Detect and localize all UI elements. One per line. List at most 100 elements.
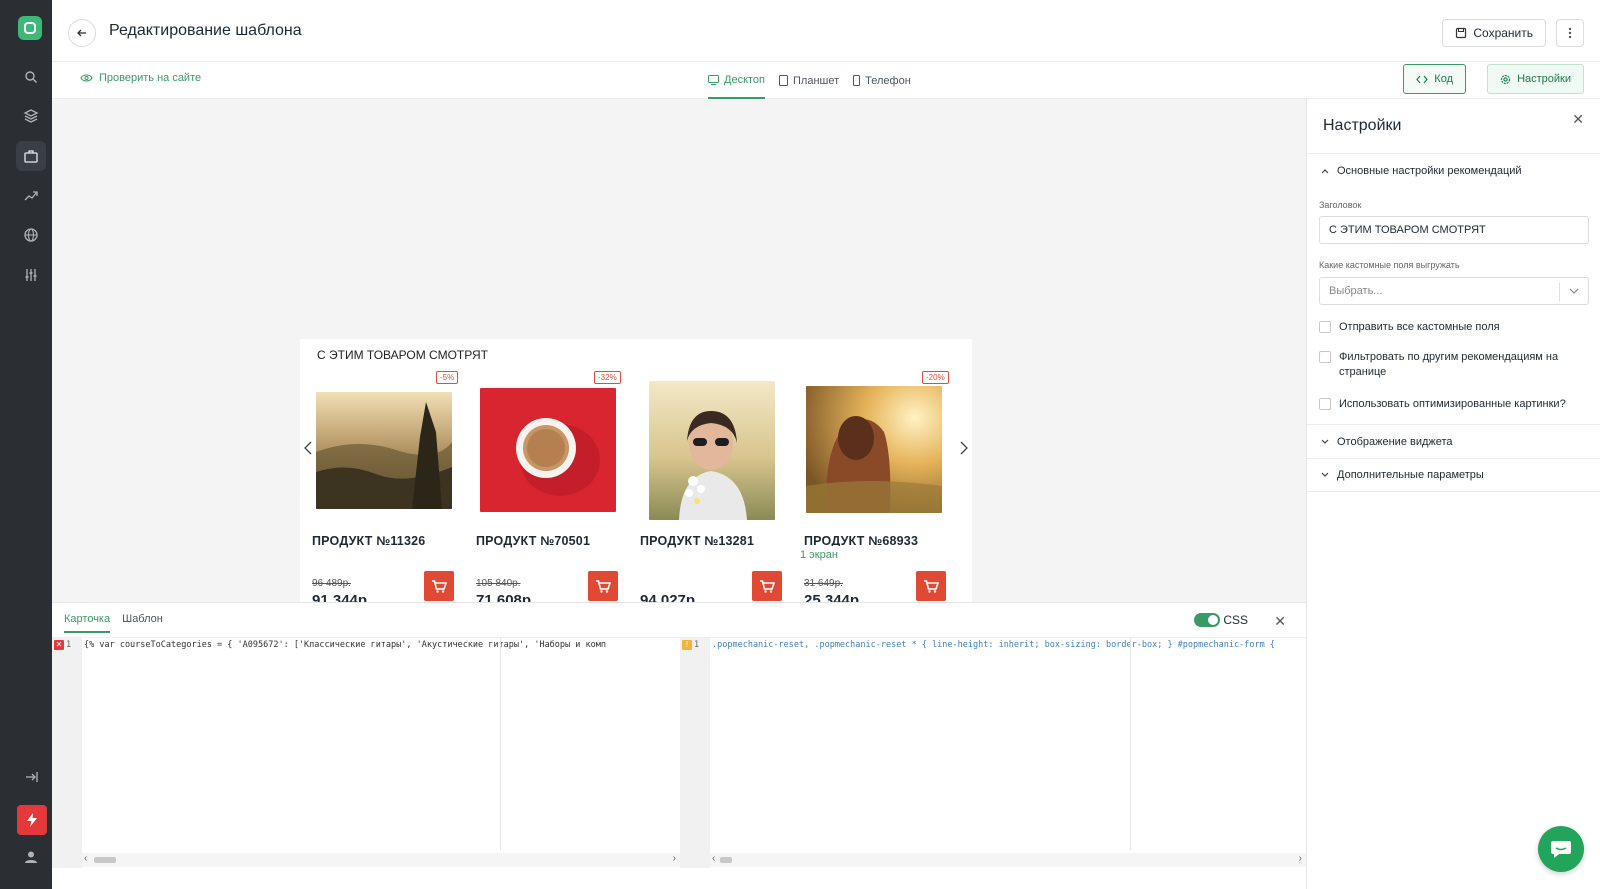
checkbox[interactable] bbox=[1319, 398, 1331, 410]
tab-desktop[interactable]: Десктоп bbox=[708, 62, 765, 99]
checkbox-send-all-fields[interactable]: Отправить все кастомные поля bbox=[1319, 320, 1591, 335]
template-code-editor[interactable]: ✕ 1 {% var courseToCategories = { 'A0956… bbox=[52, 637, 680, 868]
product-image[interactable] bbox=[806, 386, 942, 513]
line-number: 1 bbox=[66, 640, 72, 650]
tablet-icon bbox=[779, 75, 788, 86]
css-toggle-label: CSS bbox=[1223, 613, 1248, 627]
product-image[interactable] bbox=[480, 388, 616, 512]
checkbox-label: Использовать оптимизированные картинки? bbox=[1339, 398, 1566, 410]
add-to-cart-button[interactable] bbox=[752, 571, 782, 601]
product-name[interactable]: ПРОДУКТ №11326 bbox=[312, 534, 425, 548]
error-icon[interactable]: ✕ bbox=[54, 640, 64, 650]
layers-icon[interactable] bbox=[16, 101, 46, 131]
product-card[interactable]: ПРОДУКТ №13281 94 027р. bbox=[628, 369, 786, 602]
more-vertical-icon bbox=[1568, 27, 1572, 39]
product-image[interactable] bbox=[316, 392, 452, 509]
chat-button[interactable] bbox=[1538, 826, 1584, 872]
screen-fold-label: 1 экран bbox=[792, 546, 846, 564]
add-to-cart-button[interactable] bbox=[424, 571, 454, 601]
more-menu-button[interactable] bbox=[1556, 19, 1584, 47]
section-main-settings[interactable]: Основные настройки рекомендаций bbox=[1307, 153, 1600, 187]
product-card[interactable]: -5% ПРОДУКТ №11326 96 489р. 91 344р. bbox=[300, 369, 459, 602]
search-icon[interactable] bbox=[16, 62, 46, 92]
add-to-cart-button[interactable] bbox=[916, 571, 946, 601]
carousel-next-icon[interactable] bbox=[960, 441, 968, 455]
chevron-up-icon bbox=[1321, 168, 1329, 173]
section-widget-display[interactable]: Отображение виджета bbox=[1307, 424, 1600, 458]
product-image[interactable] bbox=[649, 381, 775, 520]
scroll-left-icon[interactable]: ‹ bbox=[84, 853, 87, 864]
monitor-icon bbox=[708, 74, 719, 85]
trending-up-icon[interactable] bbox=[16, 181, 46, 211]
editor-print-margin bbox=[1130, 638, 1131, 850]
check-on-site-link[interactable]: Проверить на сайте bbox=[80, 72, 201, 84]
cart-icon bbox=[596, 580, 611, 593]
scroll-right-icon[interactable]: › bbox=[1299, 853, 1302, 864]
product-name[interactable]: ПРОДУКТ №13281 bbox=[640, 534, 754, 548]
arrow-left-icon bbox=[77, 29, 86, 37]
tab-tablet-label: Планшет bbox=[793, 74, 840, 87]
code-line[interactable]: .popmechanic-reset, .popmechanic-reset *… bbox=[712, 640, 1304, 650]
tab-phone[interactable]: Телефон bbox=[853, 62, 911, 99]
tab-template[interactable]: Шаблон bbox=[122, 613, 163, 633]
old-price: 31 649р. bbox=[804, 578, 843, 589]
heading-field-label: Заголовок bbox=[1319, 200, 1362, 210]
save-button[interactable]: Сохранить bbox=[1442, 19, 1546, 47]
scrollbar-thumb[interactable] bbox=[720, 857, 732, 863]
sliders-icon[interactable] bbox=[16, 260, 46, 290]
cart-icon bbox=[432, 580, 447, 593]
section-main-label: Основные настройки рекомендаций bbox=[1337, 164, 1522, 177]
warning-icon[interactable]: ! bbox=[682, 640, 692, 650]
discount-badge: -20% bbox=[922, 371, 949, 384]
old-price: 105 840р. bbox=[476, 578, 521, 589]
checkbox-filter-recommendations[interactable]: Фильтровать по другим рекомендациям на с… bbox=[1319, 350, 1591, 380]
scroll-right-icon[interactable]: › bbox=[673, 853, 676, 864]
back-button[interactable] bbox=[68, 19, 96, 47]
tab-card[interactable]: Карточка bbox=[64, 613, 111, 633]
code-button-label: Код bbox=[1434, 73, 1453, 85]
tab-tablet[interactable]: Планшет bbox=[779, 62, 839, 99]
checkbox[interactable] bbox=[1319, 351, 1331, 363]
page-title: Редактирование шаблона bbox=[109, 22, 302, 39]
checkbox-label: Фильтровать по другим рекомендациям на с… bbox=[1339, 351, 1559, 378]
code-line[interactable]: {% var courseToCategories = { 'A095672':… bbox=[84, 640, 674, 650]
heading-input[interactable]: С ЭТИМ ТОВАРОМ СМОТРЯТ bbox=[1319, 216, 1589, 244]
css-toggle[interactable] bbox=[1194, 613, 1220, 627]
product-card[interactable]: -20% ПРОДУКТ №68933 31 649р. 25 344р. bbox=[792, 369, 950, 602]
chat-icon bbox=[1551, 841, 1571, 858]
chevron-down-icon bbox=[1321, 472, 1329, 477]
settings-button[interactable]: Настройки bbox=[1487, 64, 1584, 94]
checkbox[interactable] bbox=[1319, 321, 1331, 333]
close-icon[interactable]: ✕ bbox=[1572, 111, 1584, 128]
select-separator bbox=[1559, 283, 1560, 301]
phone-icon bbox=[853, 75, 861, 86]
cart-icon bbox=[924, 580, 939, 593]
briefcase-icon[interactable] bbox=[16, 141, 46, 171]
editor-horizontal-scrollbar[interactable]: ‹ › bbox=[82, 853, 680, 867]
new-price: 91 344р. bbox=[312, 592, 372, 602]
app-logo-icon[interactable] bbox=[18, 16, 42, 40]
scroll-left-icon[interactable]: ‹ bbox=[712, 853, 715, 864]
add-to-cart-button[interactable] bbox=[588, 571, 618, 601]
device-tabs: Десктоп Планшет Телефон bbox=[708, 62, 911, 99]
globe-icon[interactable] bbox=[16, 220, 46, 250]
logout-icon[interactable] bbox=[16, 762, 46, 792]
user-icon[interactable] bbox=[16, 842, 46, 872]
product-card[interactable]: -32% ПРОДУКТ №70501 105 840р. 71 608р. bbox=[464, 369, 622, 602]
section-extra-params[interactable]: Дополнительные параметры bbox=[1307, 458, 1600, 492]
code-panel: Карточка Шаблон CSS ✕ ✕ 1 {% var courseT… bbox=[52, 602, 1306, 889]
settings-button-label: Настройки bbox=[1517, 73, 1571, 85]
custom-fields-select[interactable]: Выбрать... bbox=[1319, 277, 1589, 305]
product-name[interactable]: ПРОДУКТ №70501 bbox=[476, 534, 590, 548]
checkbox-optimized-images[interactable]: Использовать оптимизированные картинки? bbox=[1319, 397, 1591, 412]
css-code-editor[interactable]: ! 1 .popmechanic-reset, .popmechanic-res… bbox=[680, 637, 1306, 868]
editor-print-margin bbox=[500, 638, 501, 850]
editor-horizontal-scrollbar[interactable]: ‹ › bbox=[710, 853, 1306, 867]
new-price: 25 344р. bbox=[804, 592, 864, 602]
code-button[interactable]: Код bbox=[1403, 64, 1466, 94]
chevron-down-icon bbox=[1569, 288, 1579, 294]
scrollbar-thumb[interactable] bbox=[94, 857, 116, 863]
bolt-icon[interactable] bbox=[17, 805, 47, 835]
section-display-label: Отображение виджета bbox=[1337, 435, 1453, 448]
close-icon[interactable]: ✕ bbox=[1274, 613, 1286, 630]
